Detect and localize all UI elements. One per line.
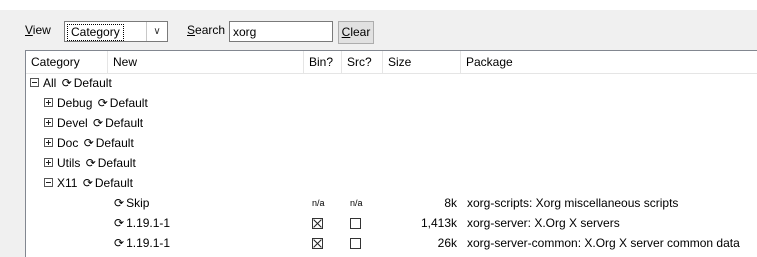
expand-icon[interactable]: [44, 138, 53, 148]
bin-checkbox[interactable]: [312, 238, 323, 250]
column-header-package[interactable]: Package: [461, 51, 757, 73]
package-size: 8k: [444, 196, 457, 210]
cycle-arrows-icon[interactable]: ⟳: [83, 173, 93, 193]
column-header-bin[interactable]: Bin?: [304, 51, 342, 73]
cycle-arrows-icon[interactable]: ⟳: [114, 233, 124, 253]
package-name: xorg-server-common: X.Org X server commo…: [467, 236, 740, 250]
collapse-icon[interactable]: [44, 178, 53, 188]
tree-row-doc[interactable]: Doc ⟳ Default: [26, 133, 757, 153]
top-strip: [0, 0, 757, 10]
column-header-category[interactable]: Category: [26, 51, 108, 73]
grid-header: Category New Bin? Src? Size Package: [26, 51, 757, 74]
expand-icon[interactable]: [44, 98, 53, 108]
chevron-down-icon[interactable]: ∨: [146, 22, 167, 41]
collapse-icon[interactable]: [30, 78, 39, 88]
src-checkbox[interactable]: [350, 218, 361, 230]
package-row[interactable]: ⟳ Skip n/a n/a 8k xorg-scripts: Xorg misc…: [26, 193, 757, 213]
package-size: 26k: [437, 236, 457, 250]
tree-row-devel[interactable]: Devel ⟳ Default: [26, 113, 757, 133]
package-row[interactable]: ⟳ 1.19.1-1 26k xorg-server-common: X.Org …: [26, 233, 757, 253]
cycle-arrows-icon[interactable]: ⟳: [86, 153, 96, 173]
column-header-size[interactable]: Size: [383, 51, 461, 73]
package-row[interactable]: ⟳ 1.19.1-1 1,413k xorg-server: X.Org X se…: [26, 213, 757, 233]
tree-row-x11[interactable]: X11 ⟳ Default: [26, 173, 757, 193]
cycle-arrows-icon[interactable]: ⟳: [62, 73, 72, 93]
package-size: 1,413k: [420, 216, 457, 230]
toolbar: View Category ∨ Search Clear: [0, 13, 757, 44]
package-name: xorg-scripts: Xorg miscellaneous scripts: [467, 196, 679, 210]
bin-na: n/a: [312, 198, 325, 208]
column-header-new[interactable]: New: [108, 51, 304, 73]
search-label: Search: [187, 23, 226, 37]
tree-row-utils[interactable]: Utils ⟳ Default: [26, 153, 757, 173]
cycle-arrows-icon[interactable]: ⟳: [98, 93, 108, 113]
view-label: View: [25, 23, 51, 37]
src-na: n/a: [350, 198, 363, 208]
cycle-arrows-icon[interactable]: ⟳: [93, 113, 103, 133]
expand-icon[interactable]: [44, 158, 53, 168]
view-select[interactable]: Category ∨: [64, 21, 168, 42]
tree-row-debug[interactable]: Debug ⟳ Default: [26, 93, 757, 113]
cycle-arrows-icon[interactable]: ⟳: [84, 133, 94, 153]
view-select-value: Category: [67, 24, 124, 41]
src-checkbox[interactable]: [350, 238, 361, 250]
tree-row-all[interactable]: All ⟳ Default: [26, 73, 757, 93]
package-name: xorg-server: X.Org X servers: [467, 216, 620, 230]
package-grid: Category New Bin? Src? Size Package All …: [25, 50, 757, 257]
cycle-arrows-icon[interactable]: ⟳: [114, 193, 124, 213]
column-header-src[interactable]: Src?: [342, 51, 383, 73]
bin-checkbox[interactable]: [312, 218, 323, 230]
cycle-arrows-icon[interactable]: ⟳: [114, 213, 124, 233]
expand-icon[interactable]: [44, 118, 53, 128]
search-input[interactable]: [229, 21, 333, 42]
clear-button[interactable]: Clear: [338, 21, 374, 44]
